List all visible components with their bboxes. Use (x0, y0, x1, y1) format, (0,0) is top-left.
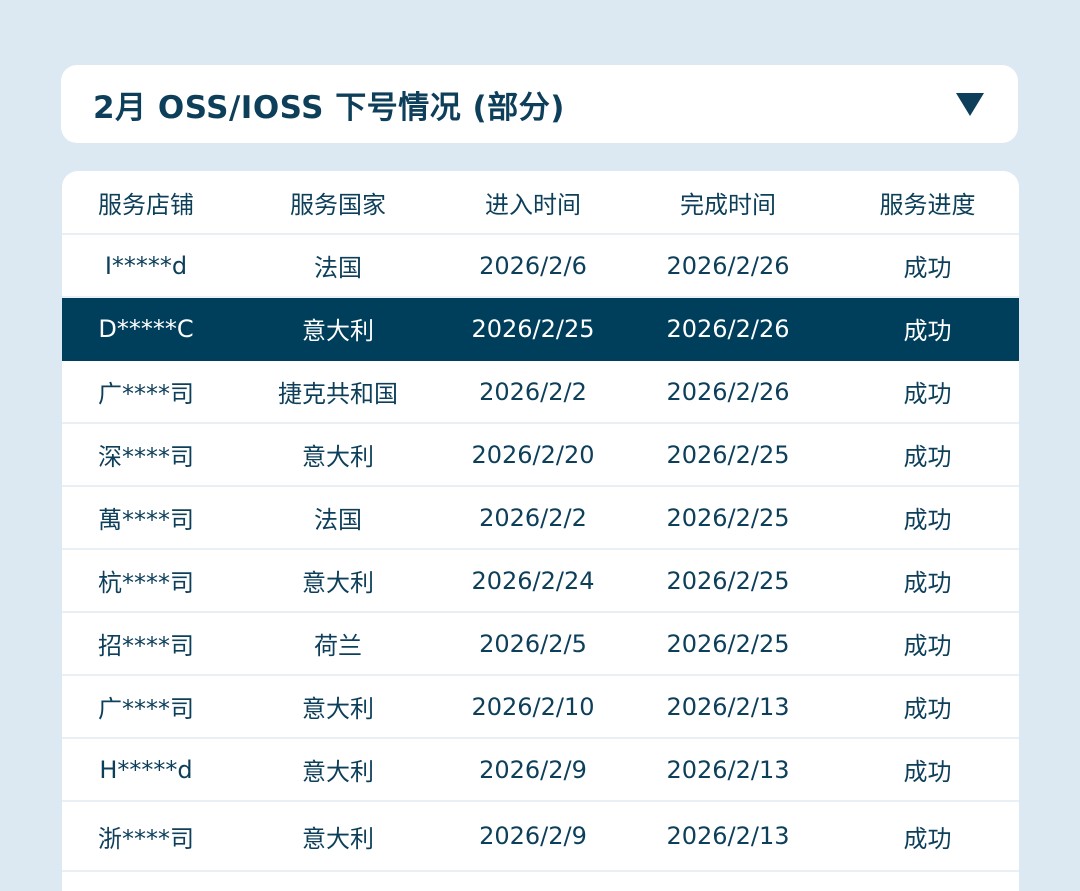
country-cell: 捷克共和国 (278, 380, 398, 408)
status-cell: 成功 (903, 443, 952, 471)
store-cell: 萬****司 (98, 506, 194, 534)
store-cell: I*****d (104, 251, 188, 280)
table-row[interactable]: 萬****司 法国 2026/2/2 2026/2/25 成功 (62, 487, 1019, 550)
country-cell: 意大利 (302, 569, 374, 597)
status-cell: 成功 (903, 758, 952, 786)
done-time-cell: 2026/2/13 (666, 755, 790, 784)
table-row[interactable]: H*****d 意大利 2026/2/9 2026/2/13 成功 (62, 739, 1019, 802)
country-cell: 荷兰 (314, 632, 362, 660)
store-cell: 深****司 (98, 443, 194, 471)
table-row[interactable]: 招****司 荷兰 2026/2/5 2026/2/25 成功 (62, 613, 1019, 676)
column-header-status: 服务进度 (879, 190, 976, 219)
entry-time-cell: 2026/2/2 (479, 503, 587, 532)
done-time-cell: 2026/2/26 (666, 314, 790, 343)
done-time-cell: 2026/2/25 (666, 503, 790, 532)
entry-time-cell: 2026/2/5 (479, 629, 587, 658)
table-row[interactable]: 浙****司 意大利 2026/2/9 2026/2/13 成功 (62, 802, 1019, 872)
column-header-done-time: 完成时间 (680, 190, 776, 219)
status-cell: 成功 (903, 254, 952, 282)
country-cell: 意大利 (302, 758, 374, 786)
column-header-country: 服务国家 (290, 190, 386, 219)
dropdown-triangle-icon[interactable] (954, 88, 986, 120)
country-cell: 意大利 (302, 443, 374, 471)
country-cell: 意大利 (302, 824, 374, 853)
table-row[interactable]: 广****司 捷克共和国 2026/2/2 2026/2/26 成功 (62, 361, 1019, 424)
table-row[interactable]: I*****d 法国 2026/2/6 2026/2/26 成功 (62, 235, 1019, 298)
table-row[interactable]: 广****司 意大利 2026/2/10 2026/2/13 成功 (62, 676, 1019, 739)
country-cell: 法国 (314, 254, 362, 282)
status-cell: 成功 (903, 632, 952, 660)
table-row[interactable]: 深****司 意大利 2026/2/20 2026/2/25 成功 (62, 424, 1019, 487)
status-cell: 成功 (903, 380, 952, 408)
store-cell: 招****司 (98, 632, 194, 660)
entry-time-cell: 2026/2/9 (479, 822, 587, 850)
entry-time-cell: 2026/2/25 (471, 314, 595, 343)
store-cell: 广****司 (98, 380, 194, 408)
store-cell: D*****C (98, 314, 194, 343)
status-cell: 成功 (903, 569, 952, 597)
entry-time-cell: 2026/2/20 (471, 440, 595, 469)
entry-time-cell: 2026/2/10 (471, 692, 595, 721)
store-cell: 广****司 (98, 695, 194, 723)
status-cell: 成功 (903, 824, 952, 853)
entry-time-cell: 2026/2/2 (479, 377, 587, 406)
done-time-cell: 2026/2/13 (666, 692, 790, 721)
entry-time-cell: 2026/2/9 (479, 755, 587, 784)
section-title: 2月 OSS/IOSS 下号情况 (部分) (93, 89, 565, 126)
status-cell: 成功 (903, 317, 952, 345)
section-header[interactable]: 2月 OSS/IOSS 下号情况 (部分) (61, 65, 1018, 143)
country-cell: 法国 (314, 506, 362, 534)
entry-time-cell: 2026/2/24 (471, 566, 595, 595)
entry-time-cell: 2026/2/6 (479, 251, 587, 280)
store-cell: 杭****司 (98, 569, 194, 597)
status-cell: 成功 (903, 695, 952, 723)
country-cell: 意大利 (302, 695, 374, 723)
table-header: 服务店铺 服务国家 进入时间 完成时间 服务进度 (62, 171, 1019, 235)
done-time-cell: 2026/2/25 (666, 566, 790, 595)
table-row[interactable]: 杭****司 意大利 2026/2/24 2026/2/25 成功 (62, 550, 1019, 613)
table-row-highlighted[interactable]: D*****C 意大利 2026/2/25 2026/2/26 成功 (62, 298, 1019, 361)
registration-table: 服务店铺 服务国家 进入时间 完成时间 服务进度 I*****d 法国 2026… (62, 171, 1019, 891)
done-time-cell: 2026/2/25 (666, 440, 790, 469)
column-header-entry-time: 进入时间 (485, 190, 581, 219)
store-cell: 浙****司 (98, 824, 194, 853)
status-cell: 成功 (903, 506, 952, 534)
country-cell: 意大利 (302, 317, 374, 345)
done-time-cell: 2026/2/25 (666, 629, 790, 658)
done-time-cell: 2026/2/13 (666, 822, 790, 850)
store-cell: H*****d (99, 755, 193, 784)
done-time-cell: 2026/2/26 (666, 251, 790, 280)
column-header-store: 服务店铺 (98, 190, 194, 219)
done-time-cell: 2026/2/26 (666, 377, 790, 406)
